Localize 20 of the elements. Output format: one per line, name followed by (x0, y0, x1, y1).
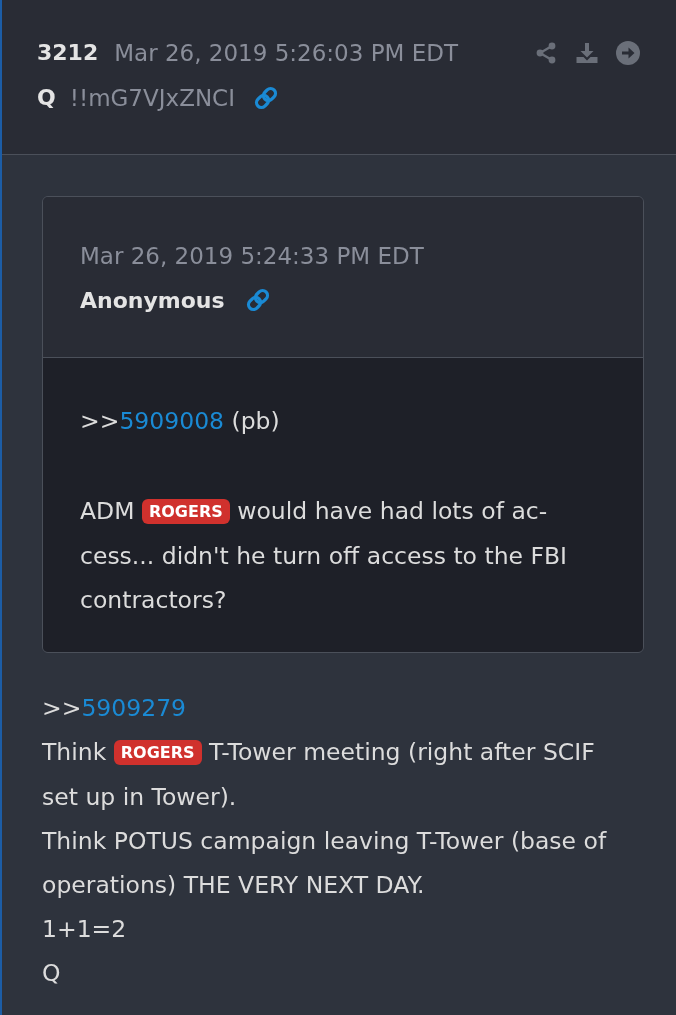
quoted-text: >>5909008 (pb) (80, 406, 281, 437)
post-link[interactable]: 5909008 (119, 407, 225, 435)
highlight-tag: ROGERS (113, 740, 202, 765)
share-icon[interactable] (534, 40, 558, 65)
tripcode: !!mG7VJxZNCI (69, 84, 235, 111)
download-icon[interactable] (575, 40, 599, 65)
post-number: 3212 (37, 40, 99, 65)
link-icon[interactable] (244, 287, 271, 313)
post-text: Think POTUS campaign leaving T-Tower (base of operations) THE VERY NEXT DAY. (42, 826, 608, 901)
quoted-timestamp: Mar 26, 2019 5:24:33 PM EDT (80, 243, 424, 269)
quoted-author-name: Anonymous (80, 287, 225, 313)
post-timestamp: Mar 26, 2019 5:26:03 PM EDT (114, 39, 458, 66)
post-text: Q (42, 958, 62, 989)
highlight-tag: ROGERS (141, 499, 230, 524)
post-text: >>5909279 (42, 693, 188, 724)
post-link[interactable]: 5909279 (81, 694, 187, 722)
link-icon[interactable] (252, 84, 279, 111)
author-name: Q (37, 85, 56, 110)
post-text: 1+1=2 (42, 914, 128, 945)
arrow-right-circle-icon[interactable] (616, 40, 640, 65)
